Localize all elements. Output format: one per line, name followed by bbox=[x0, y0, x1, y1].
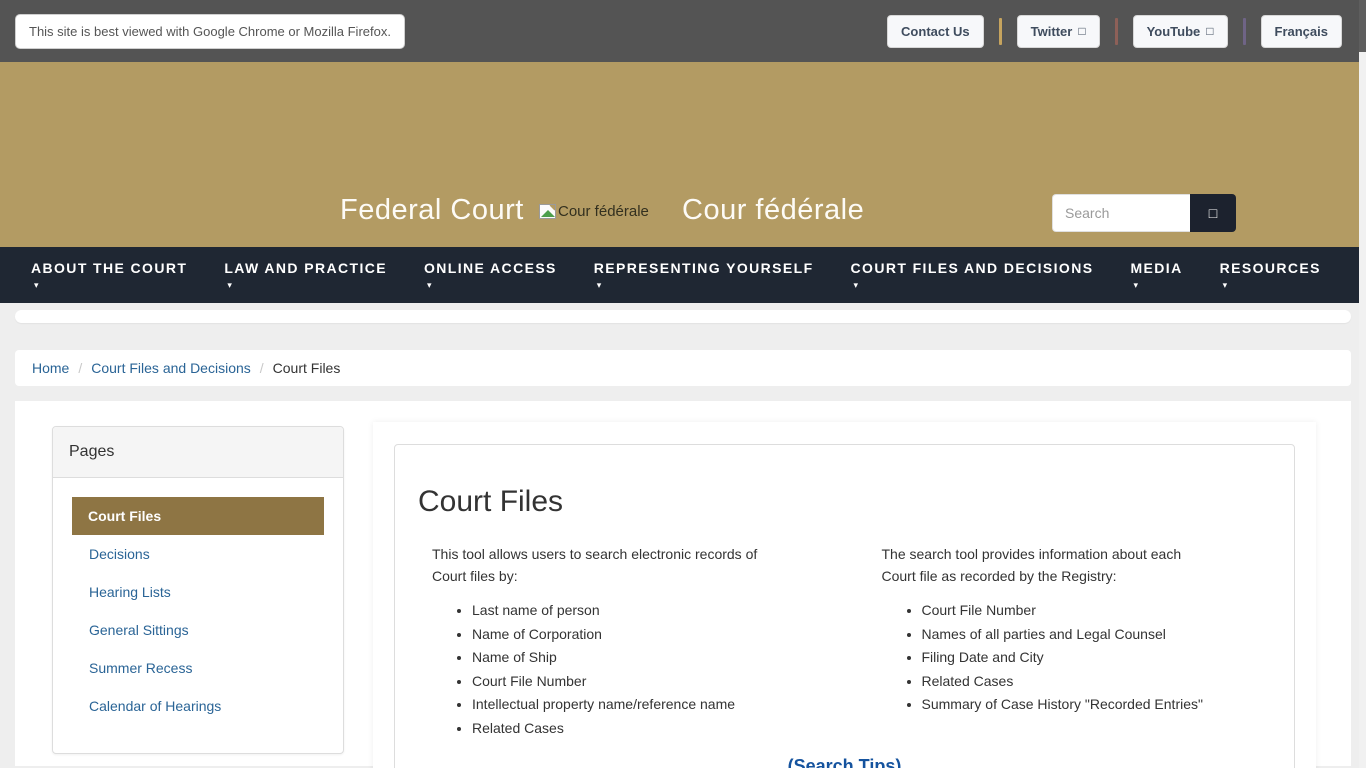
sidebar-item-court-files-active[interactable]: Court Files bbox=[72, 497, 324, 535]
main-panel: Court Files This tool allows users to se… bbox=[373, 422, 1316, 768]
search-tips-link[interactable]: (Search Tips) bbox=[788, 756, 902, 768]
twitter-button[interactable]: Twitter □ bbox=[1017, 15, 1100, 48]
nav-media[interactable]: MEDIA ▾ bbox=[1130, 260, 1182, 290]
chevron-down-icon: ▾ bbox=[854, 281, 1094, 290]
top-actions: Contact Us Twitter □ YouTube □ Français bbox=[887, 15, 1342, 48]
content-container: Pages Court Files Decisions Hearing List… bbox=[15, 401, 1351, 766]
sidebar-item-calendar-of-hearings[interactable]: Calendar of Hearings bbox=[72, 687, 324, 725]
site-title-french: Cour fédérale bbox=[682, 194, 864, 227]
chevron-down-icon: ▾ bbox=[1133, 281, 1182, 290]
site-header: Federal Court Cour fédérale Cour fédéral… bbox=[0, 62, 1366, 247]
list-item: Court File Number bbox=[922, 602, 1267, 618]
list-item: Filing Date and City bbox=[922, 649, 1267, 665]
nav-resources[interactable]: RESOURCES ▾ bbox=[1220, 260, 1321, 290]
collapsed-subnav-bar bbox=[15, 310, 1351, 323]
breadcrumb-separator: / bbox=[78, 360, 82, 376]
separator bbox=[1115, 18, 1118, 45]
contact-us-button[interactable]: Contact Us bbox=[887, 15, 984, 48]
nav-label: COURT FILES AND DECISIONS bbox=[851, 260, 1094, 276]
nav-law-and-practice[interactable]: LAW AND PRACTICE ▾ bbox=[224, 260, 387, 290]
chevron-down-icon: ▾ bbox=[597, 281, 814, 290]
search-icon: □ bbox=[1209, 205, 1217, 221]
breadcrumb-section-link[interactable]: Court Files and Decisions bbox=[91, 360, 251, 376]
list-item: Last name of person bbox=[472, 602, 817, 618]
search-tips-row: (Search Tips) bbox=[395, 756, 1294, 768]
nav-label: RESOURCES bbox=[1220, 260, 1321, 276]
list-item: Names of all parties and Legal Counsel bbox=[922, 626, 1267, 642]
youtube-button[interactable]: YouTube □ bbox=[1133, 15, 1228, 48]
search-by-column: This tool allows users to search electro… bbox=[395, 543, 845, 743]
separator bbox=[1243, 18, 1246, 45]
site-title-english: Federal Court bbox=[340, 194, 524, 227]
chevron-down-icon: ▾ bbox=[227, 281, 387, 290]
contact-us-label: Contact Us bbox=[901, 24, 970, 39]
nav-court-files-and-decisions[interactable]: COURT FILES AND DECISIONS ▾ bbox=[851, 260, 1094, 290]
logo-alt-text: Cour fédérale bbox=[558, 203, 649, 220]
top-utility-bar: This site is best viewed with Google Chr… bbox=[0, 0, 1366, 62]
breadcrumb: Home / Court Files and Decisions / Court… bbox=[15, 350, 1351, 386]
browser-notice: This site is best viewed with Google Chr… bbox=[15, 14, 405, 49]
nav-label: LAW AND PRACTICE bbox=[224, 260, 387, 276]
search-by-intro: This tool allows users to search electro… bbox=[432, 543, 778, 587]
search-button[interactable]: □ bbox=[1190, 194, 1236, 232]
sidebar-item-hearing-lists[interactable]: Hearing Lists bbox=[72, 573, 324, 611]
chevron-down-icon: ▾ bbox=[1223, 281, 1321, 290]
list-item: Summary of Case History "Recorded Entrie… bbox=[922, 696, 1267, 712]
nav-label: MEDIA bbox=[1130, 260, 1182, 276]
sidebar-item-decisions[interactable]: Decisions bbox=[72, 535, 324, 573]
pages-sidebar: Pages Court Files Decisions Hearing List… bbox=[52, 426, 344, 754]
francais-button[interactable]: Français bbox=[1261, 15, 1342, 48]
nav-label: REPRESENTING YOURSELF bbox=[594, 260, 814, 276]
search-input[interactable] bbox=[1052, 194, 1190, 232]
list-item: Name of Corporation bbox=[472, 626, 817, 642]
page-title: Court Files bbox=[418, 485, 1294, 519]
breadcrumb-home-link[interactable]: Home bbox=[32, 360, 69, 376]
chevron-down-icon: ▾ bbox=[427, 281, 557, 290]
two-column-info: This tool allows users to search electro… bbox=[395, 543, 1294, 743]
registry-info-intro: The search tool provides information abo… bbox=[882, 543, 1202, 587]
court-files-section: Court Files This tool allows users to se… bbox=[394, 444, 1295, 768]
list-item: Related Cases bbox=[922, 673, 1267, 689]
nav-label: ONLINE ACCESS bbox=[424, 260, 557, 276]
nav-label: ABOUT THE COURT bbox=[31, 260, 187, 276]
breadcrumb-current: Court Files bbox=[273, 360, 341, 376]
nav-representing-yourself[interactable]: REPRESENTING YOURSELF ▾ bbox=[594, 260, 814, 290]
twitter-icon: □ bbox=[1078, 24, 1085, 38]
scrollbar[interactable] bbox=[1359, 0, 1366, 768]
list-item: Intellectual property name/reference nam… bbox=[472, 696, 817, 712]
youtube-label: YouTube bbox=[1147, 24, 1201, 39]
scrollbar-thumb[interactable] bbox=[1359, 0, 1366, 52]
registry-info-column: The search tool provides information abo… bbox=[845, 543, 1295, 743]
nav-online-access[interactable]: ONLINE ACCESS ▾ bbox=[424, 260, 557, 290]
nav-about-the-court[interactable]: ABOUT THE COURT ▾ bbox=[31, 260, 187, 290]
francais-label: Français bbox=[1275, 24, 1328, 39]
search-group: □ bbox=[1052, 194, 1236, 232]
broken-image-icon bbox=[539, 204, 556, 219]
sidebar-item-general-sittings[interactable]: General Sittings bbox=[72, 611, 324, 649]
list-item: Name of Ship bbox=[472, 649, 817, 665]
list-item: Related Cases bbox=[472, 720, 817, 736]
chevron-down-icon: ▾ bbox=[34, 281, 187, 290]
separator bbox=[999, 18, 1002, 45]
sidebar-item-summer-recess[interactable]: Summer Recess bbox=[72, 649, 324, 687]
breadcrumb-separator: / bbox=[260, 360, 264, 376]
sidebar-title: Pages bbox=[53, 427, 343, 478]
list-item: Court File Number bbox=[472, 673, 817, 689]
search-by-list: Last name of person Name of Corporation … bbox=[432, 602, 817, 736]
main-navigation: ABOUT THE COURT ▾ LAW AND PRACTICE ▾ ONL… bbox=[0, 247, 1366, 303]
sidebar-list: Court Files Decisions Hearing Lists Gene… bbox=[53, 478, 343, 753]
youtube-icon: □ bbox=[1206, 24, 1213, 38]
broken-logo-image: Cour fédérale bbox=[539, 203, 649, 220]
registry-info-list: Court File Number Names of all parties a… bbox=[882, 602, 1267, 712]
twitter-label: Twitter bbox=[1031, 24, 1073, 39]
